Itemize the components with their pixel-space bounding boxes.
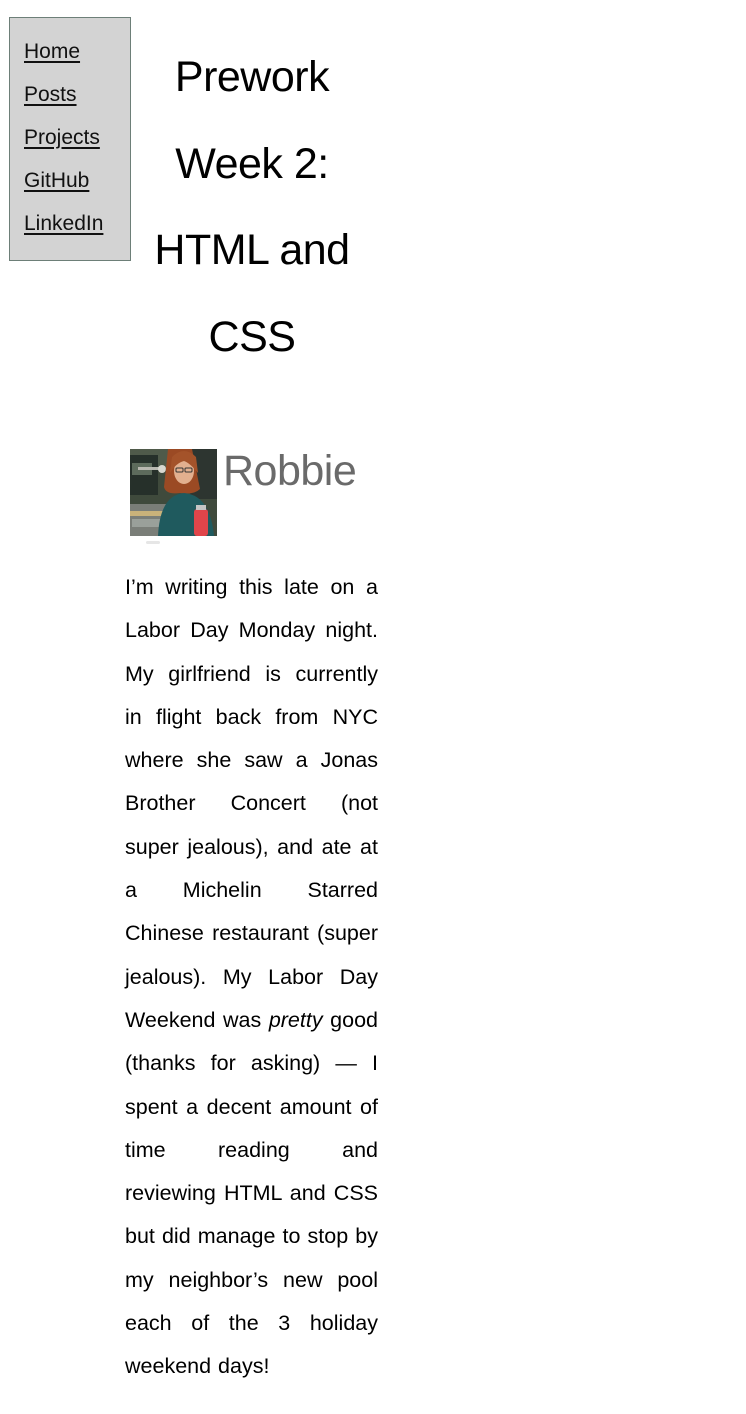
nav-link-home[interactable]: Home [24,40,80,64]
post-body-emphasis: pretty [268,1007,323,1032]
nav-link-posts[interactable]: Posts [24,83,77,107]
author-name: Robbie [223,447,357,495]
post-title: Prework Week 2: HTML and CSS [154,53,350,361]
avatar-photo [130,449,217,536]
nav-link-linkedin[interactable]: LinkedIn [24,212,103,236]
sidebar-nav: Home Posts Projects GitHub LinkedIn [9,17,131,261]
blog-post-page: Home Posts Projects GitHub LinkedIn Prew… [0,0,746,1414]
post-body-text-1: I’m writing this late on a Labor Day Mon… [125,575,378,1032]
avatar [130,449,217,536]
avatar-shadow [146,541,160,544]
nav-link-github[interactable]: GitHub [24,169,89,193]
post-body-text-2: good (thanks for asking) — I spent a dec… [125,1007,378,1379]
post-body: I’m writing this late on a Labor Day Mon… [125,566,378,1389]
nav-link-projects[interactable]: Projects [24,126,100,150]
